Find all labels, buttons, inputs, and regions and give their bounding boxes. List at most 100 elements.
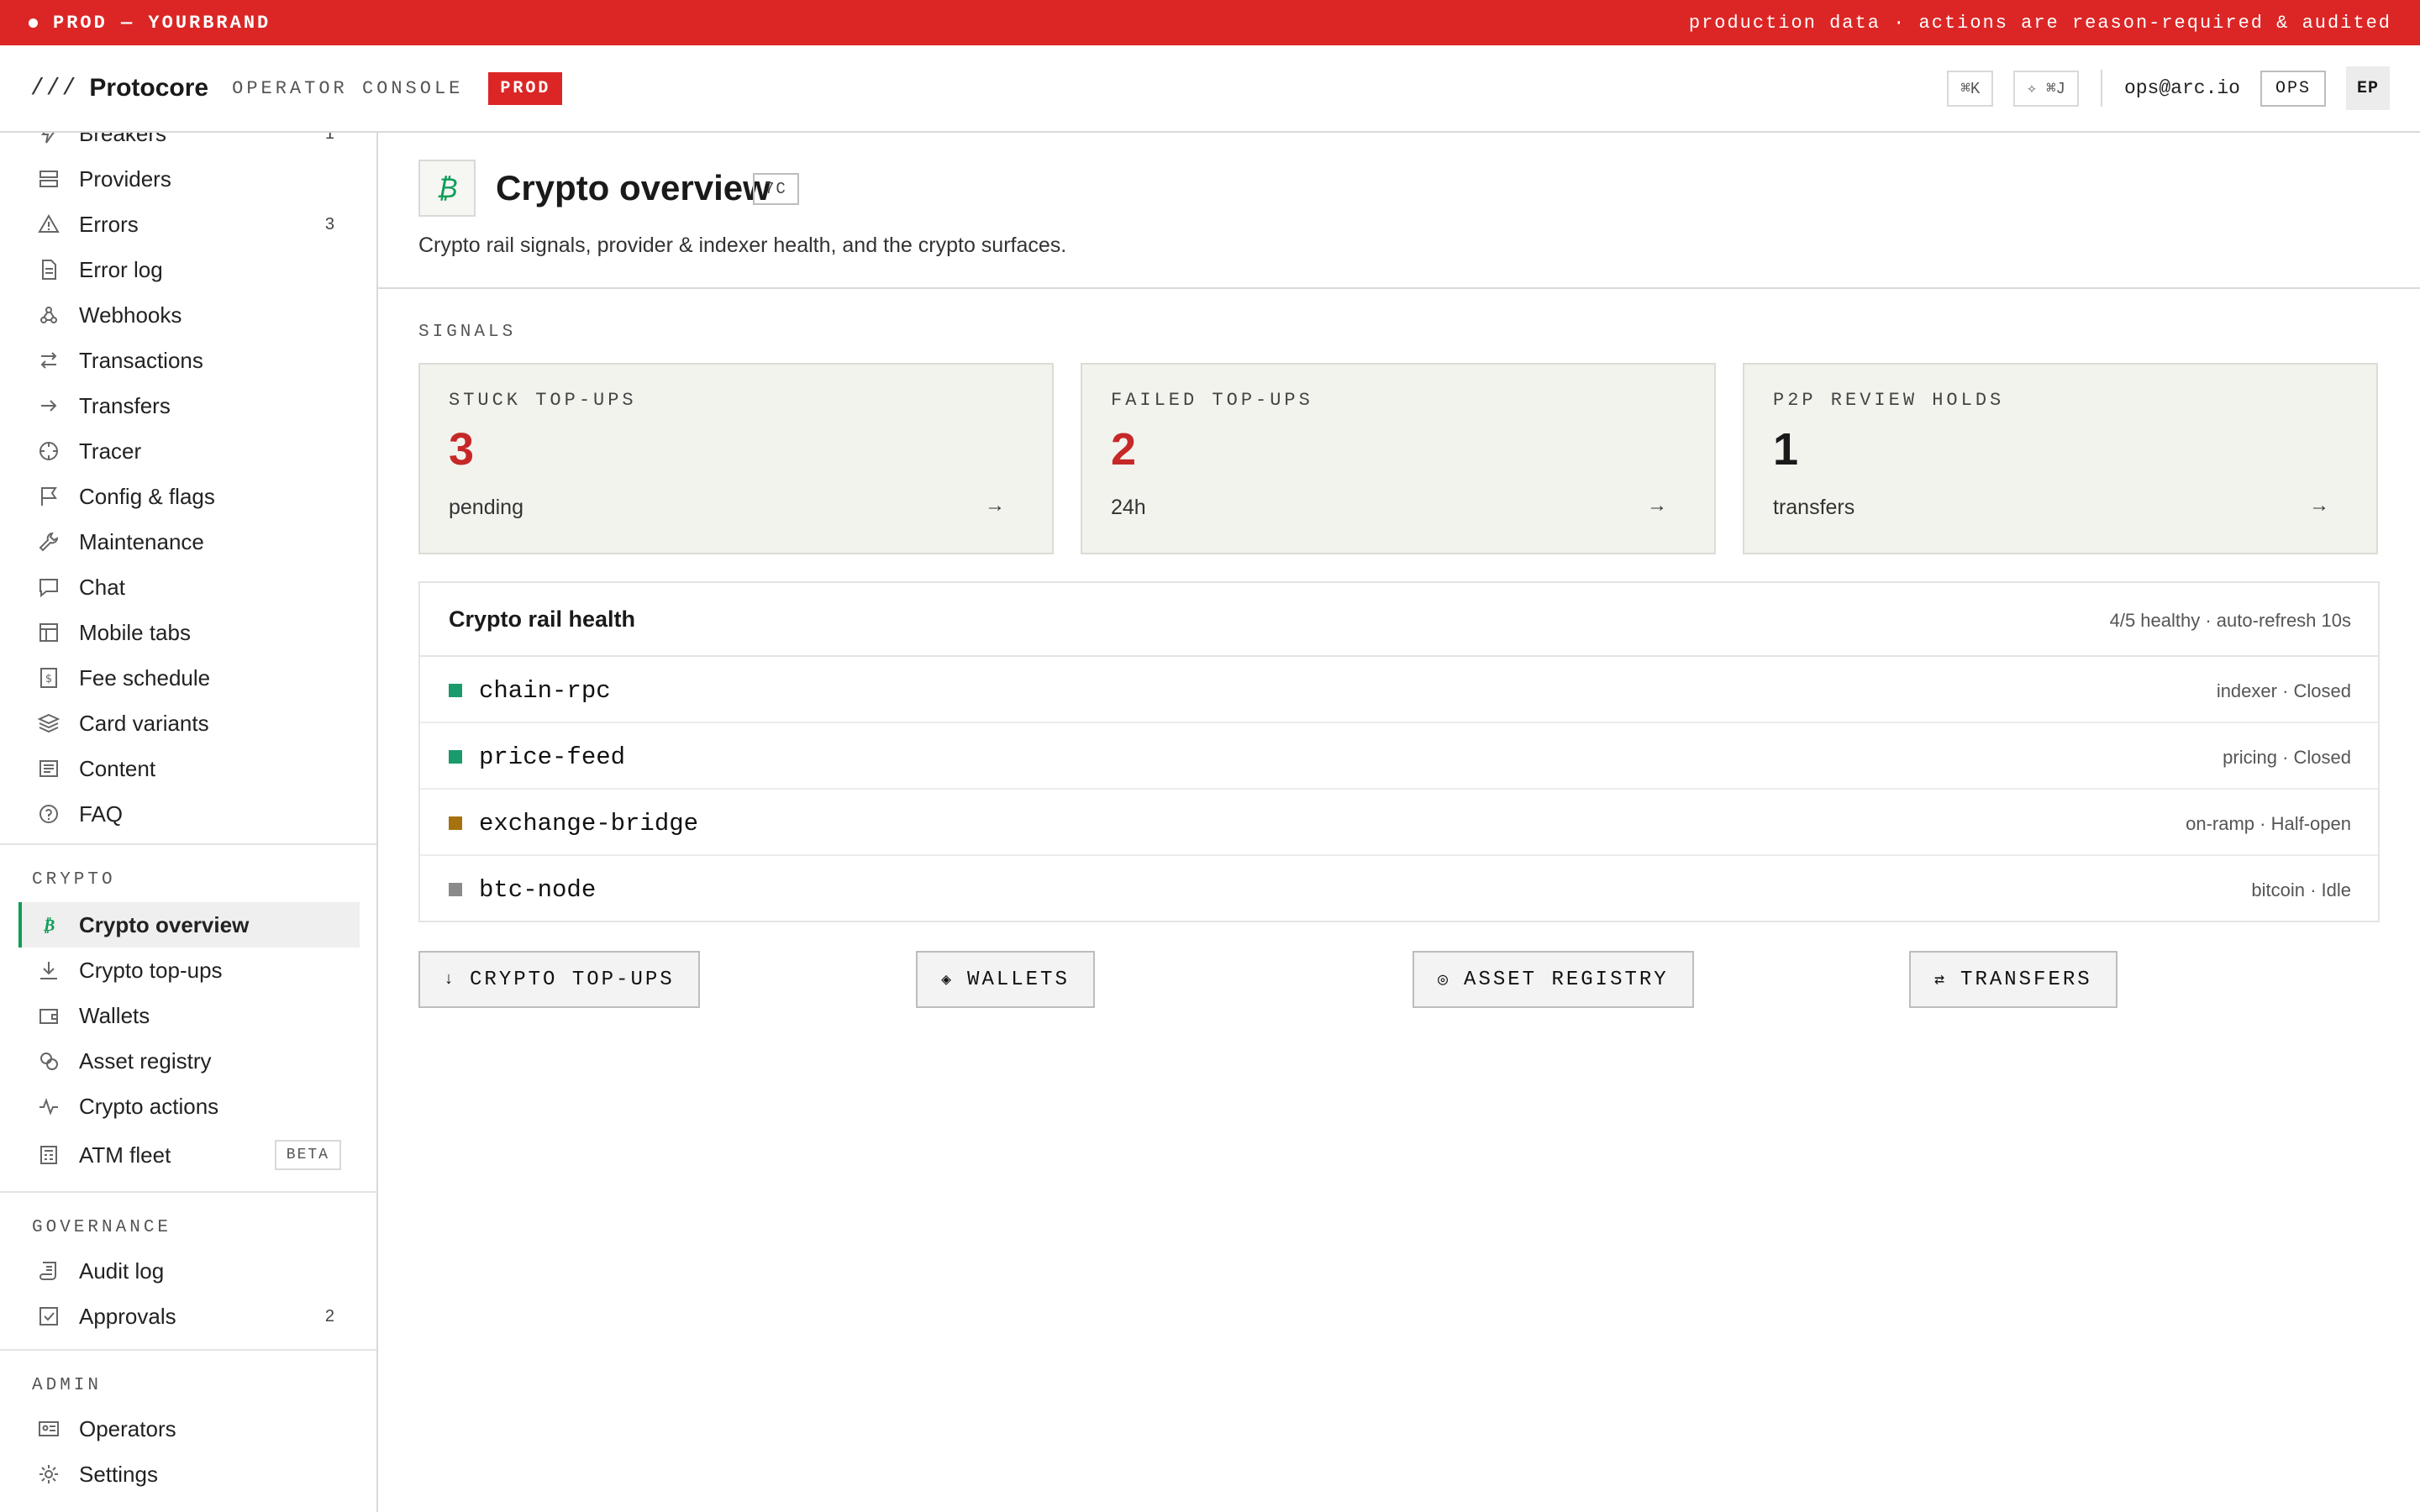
- brand-name[interactable]: Protocore: [89, 74, 208, 102]
- sidebar-item-label: Config & flags: [79, 483, 215, 509]
- asset-registry-button[interactable]: ◎ ASSET REGISTRY: [1413, 951, 1694, 1008]
- sidebar-item-fee-schedule[interactable]: $ Fee schedule: [18, 655, 360, 701]
- count-badge: 1: [324, 133, 334, 143]
- newspaper-icon: [37, 757, 60, 780]
- status-square-icon: [449, 750, 462, 764]
- page-title: Crypto overview: [496, 168, 771, 207]
- avatar[interactable]: EP: [2346, 66, 2390, 110]
- transfers-button[interactable]: ⇄ TRANSFERS: [1909, 951, 2118, 1008]
- sidebar-item-wallets[interactable]: Wallets: [18, 993, 360, 1038]
- quick-link-icon: ◎: [1438, 971, 1451, 990]
- help-circle-icon: [37, 802, 60, 826]
- sidebar-item-transactions[interactable]: Transactions: [18, 338, 360, 383]
- arrow-right-icon[interactable]: →: [1647, 494, 1667, 517]
- sidebar-item-asset-registry[interactable]: Asset registry: [18, 1038, 360, 1084]
- jump-shortcut[interactable]: ✧ ⌘J: [2013, 70, 2079, 107]
- rail-row-price-feed[interactable]: price-feed pricing · Closed: [420, 723, 2378, 790]
- sidebar-item-label: Mobile tabs: [79, 619, 191, 645]
- sidebar-divider: [0, 1349, 376, 1351]
- quick-link-label: WALLETS: [967, 968, 1070, 991]
- top-header: /// Protocore OPERATOR CONSOLE PROD ⌘K ✧…: [0, 45, 2420, 133]
- count-badge: 3: [324, 214, 334, 234]
- sidebar: Breakers 1 Providers Errors 3 Error log Webhoo…: [0, 133, 378, 1512]
- status-square-icon: [449, 816, 462, 830]
- sidebar-item-tracer[interactable]: Tracer: [18, 428, 360, 474]
- sidebar-item-transfers[interactable]: Transfers: [18, 383, 360, 428]
- sidebar-item-crypto-top-ups[interactable]: Crypto top-ups: [18, 948, 360, 993]
- sidebar-item-label: FAQ: [79, 801, 124, 827]
- crosshair-icon: [37, 439, 60, 463]
- sidebar-item-crypto-actions[interactable]: Crypto actions: [18, 1084, 360, 1129]
- sidebar-item-errors[interactable]: Errors 3: [18, 202, 360, 247]
- sidebar-item-config-flags[interactable]: Config & flags: [18, 474, 360, 519]
- console-subtitle: OPERATOR CONSOLE: [232, 77, 464, 99]
- brand-mark: ///: [30, 75, 78, 102]
- sidebar-item-operators[interactable]: Operators: [18, 1406, 360, 1452]
- status-square-icon: [449, 883, 462, 896]
- layers-icon: [37, 711, 60, 735]
- p2p-review-holds-card[interactable]: P2P REVIEW HOLDS 1 transfers →: [1743, 363, 2378, 554]
- sidebar-item-label: Maintenance: [79, 528, 204, 554]
- sidebar-item-error-log[interactable]: Error log: [18, 247, 360, 292]
- wallet-icon: [37, 1004, 60, 1027]
- rail-status: indexer · Closed: [2216, 680, 2351, 701]
- sidebar-item-card-variants[interactable]: Card variants: [18, 701, 360, 746]
- count-badge: 2: [324, 1306, 334, 1326]
- sidebar-item-providers[interactable]: Providers: [18, 156, 360, 202]
- arrows-swap-icon: [37, 349, 60, 372]
- sidebar-item-label: Errors: [79, 211, 139, 237]
- sidebar-divider: [0, 1191, 376, 1193]
- svg-text:₿: ₿: [43, 915, 55, 935]
- signal-subtext: pending: [449, 496, 523, 519]
- sidebar-item-approvals[interactable]: Approvals 2: [18, 1294, 360, 1339]
- server-icon: [37, 167, 60, 191]
- layout-icon: [37, 621, 60, 644]
- section-label-admin: ADMIN: [32, 1376, 103, 1395]
- sidebar-item-label: Approvals: [79, 1303, 176, 1329]
- sidebar-item-webhooks[interactable]: Webhooks: [18, 292, 360, 338]
- rail-row-btc-node[interactable]: btc-node bitcoin · Idle: [420, 856, 2378, 922]
- quick-link-label: CRYPTO TOP-UPS: [470, 968, 675, 991]
- sidebar-item-label: Tracer: [79, 438, 142, 464]
- rail-status: on-ramp · Half-open: [2186, 813, 2351, 834]
- command-search-shortcut[interactable]: ⌘K: [1947, 70, 1994, 107]
- arrow-right-icon[interactable]: →: [985, 494, 1005, 517]
- bitcoin-icon: ₿: [418, 160, 476, 217]
- sidebar-item-mobile-tabs[interactable]: Mobile tabs: [18, 610, 360, 655]
- rail-row-chain-rpc[interactable]: chain-rpc indexer · Closed: [420, 657, 2378, 723]
- user-email: ops@arc.io: [2123, 77, 2240, 99]
- sidebar-item-audit-log[interactable]: Audit log: [18, 1248, 360, 1294]
- wallets-button[interactable]: ◈ WALLETS: [916, 951, 1095, 1008]
- sidebar-item-atm-fleet[interactable]: ATM fleet BETA: [18, 1132, 360, 1178]
- sidebar-item-breakers[interactable]: Breakers 1: [18, 133, 360, 156]
- rail-health-title: Crypto rail health: [449, 606, 636, 632]
- sidebar-item-settings[interactable]: Settings: [18, 1452, 360, 1497]
- sidebar-item-maintenance[interactable]: Maintenance: [18, 519, 360, 564]
- sidebar-item-label: Crypto overview: [79, 911, 250, 937]
- sidebar-item-faq[interactable]: FAQ: [18, 791, 360, 837]
- failed-topups-card[interactable]: FAILED TOP-UPS 2 24h →: [1081, 363, 1716, 554]
- sidebar-divider: [0, 843, 376, 845]
- crypto-topups-button[interactable]: ↓ CRYPTO TOP-UPS: [418, 951, 700, 1008]
- stuck-topups-card[interactable]: STUCK TOP-UPS 3 pending →: [418, 363, 1054, 554]
- id-card-icon: [37, 1417, 60, 1441]
- dollar-receipt-icon: $: [37, 666, 60, 690]
- sidebar-item-label: Operators: [79, 1415, 176, 1441]
- status-square-icon: [449, 684, 462, 697]
- sidebar-item-label: Settings: [79, 1461, 158, 1487]
- warning-icon: [37, 213, 60, 236]
- rail-row-exchange-bridge[interactable]: exchange-bridge on-ramp · Half-open: [420, 790, 2378, 856]
- arrow-right-icon[interactable]: →: [2309, 494, 2329, 517]
- sidebar-item-label: Transactions: [79, 347, 203, 373]
- sidebar-item-crypto-overview[interactable]: ₿ Crypto overview: [18, 902, 360, 948]
- status-dot-icon: [29, 18, 38, 28]
- sidebar-item-label: Crypto actions: [79, 1093, 219, 1119]
- sidebar-item-label: Content: [79, 755, 156, 781]
- signal-value: 1: [1773, 424, 1799, 475]
- signal-subtext: 24h: [1111, 496, 1146, 519]
- sidebar-item-label: Providers: [79, 165, 171, 192]
- sidebar-item-chat[interactable]: Chat: [18, 564, 360, 610]
- download-icon: [37, 958, 60, 982]
- webhook-icon: [37, 303, 60, 327]
- sidebar-item-content[interactable]: Content: [18, 746, 360, 791]
